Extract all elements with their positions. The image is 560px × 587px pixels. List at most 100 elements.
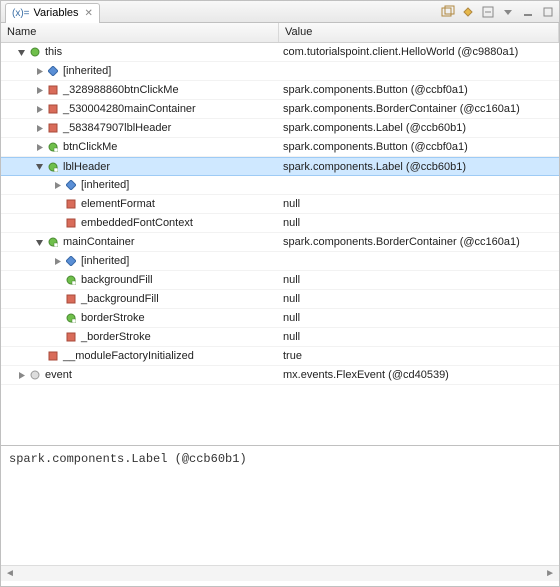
variables-tree[interactable]: thiscom.tutorialspoint.client.HelloWorld… xyxy=(1,43,559,445)
tree-row[interactable]: [inherited] xyxy=(1,252,559,271)
cell-value: spark.components.BorderContainer (@cc160… xyxy=(279,236,559,248)
cell-value: null xyxy=(279,217,559,229)
expand-toggle-icon[interactable] xyxy=(33,103,45,115)
cell-name: _583847907lblHeader xyxy=(1,122,279,134)
tree-row[interactable]: btnClickMe spark.components.Button (@ccbf… xyxy=(1,138,559,157)
tree-row[interactable]: _borderStrokenull xyxy=(1,328,559,347)
row-label: _borderStroke xyxy=(81,331,151,343)
collapse-toggle-icon[interactable] xyxy=(33,236,45,248)
collapse-icon[interactable] xyxy=(481,5,495,19)
indent xyxy=(1,242,33,243)
detail-pane: spark.components.Label (@ccb60b1) xyxy=(1,445,559,565)
column-name-header[interactable]: Name xyxy=(1,23,279,42)
indent xyxy=(1,147,33,148)
expand-toggle-icon[interactable] xyxy=(15,369,27,381)
circle-green-s-icon xyxy=(47,161,59,173)
collapse-toggle-icon[interactable] xyxy=(33,161,45,173)
indent xyxy=(1,204,51,205)
cell-name: embeddedFontContext xyxy=(1,217,279,229)
cell-value: spark.components.Label (@ccb60b1) xyxy=(279,161,559,173)
tree-row[interactable]: _530004280mainContainerspark.components.… xyxy=(1,100,559,119)
view-toolbar xyxy=(441,5,555,19)
tree-row[interactable]: _583847907lblHeaderspark.components.Labe… xyxy=(1,119,559,138)
row-label: _530004280mainContainer xyxy=(63,103,196,115)
variables-icon: (x)= xyxy=(12,8,30,19)
square-red-icon xyxy=(47,122,59,134)
close-icon[interactable]: ✕ xyxy=(85,8,93,19)
tree-row[interactable]: _backgroundFillnull xyxy=(1,290,559,309)
expand-toggle-icon[interactable] xyxy=(51,179,63,191)
horizontal-scrollbar[interactable]: ◄ ► xyxy=(1,565,559,581)
collapse-toggle-icon[interactable] xyxy=(15,46,27,58)
row-label: __moduleFactoryInitialized xyxy=(63,350,194,362)
expand-toggle-icon[interactable] xyxy=(33,141,45,153)
row-label: this xyxy=(45,46,62,58)
indent xyxy=(1,299,51,300)
row-label: btnClickMe xyxy=(63,141,117,153)
tree-row[interactable]: _328988860btnClickMespark.components.But… xyxy=(1,81,559,100)
indent xyxy=(1,166,33,167)
expand-toggle-icon[interactable] xyxy=(33,65,45,77)
cell-name: this xyxy=(1,46,279,58)
square-red-icon xyxy=(65,217,77,229)
diamond-blue-icon xyxy=(65,255,77,267)
maximize-icon[interactable] xyxy=(541,5,555,19)
tree-row[interactable]: mainContainer spark.components.BorderCont… xyxy=(1,233,559,252)
square-red-icon xyxy=(65,198,77,210)
expand-toggle-icon[interactable] xyxy=(51,255,63,267)
indent xyxy=(1,90,33,91)
cell-name: [inherited] xyxy=(1,255,279,267)
tree-row[interactable]: borderStroke null xyxy=(1,309,559,328)
circle-green-s-icon xyxy=(47,236,59,248)
cell-value: null xyxy=(279,312,559,324)
row-label: event xyxy=(45,369,72,381)
cell-name: borderStroke xyxy=(1,312,279,324)
row-label: [inherited] xyxy=(81,179,129,191)
minimize-icon[interactable] xyxy=(521,5,535,19)
show-type-icon[interactable] xyxy=(441,5,455,19)
indent xyxy=(1,356,33,357)
scroll-right-icon[interactable]: ► xyxy=(545,568,555,579)
expand-toggle-icon[interactable] xyxy=(33,122,45,134)
circle-green-icon xyxy=(29,46,41,58)
tree-row[interactable]: backgroundFillnull xyxy=(1,271,559,290)
row-label: borderStroke xyxy=(81,312,145,324)
cell-name: [inherited] xyxy=(1,179,279,191)
tree-row[interactable]: elementFormatnull xyxy=(1,195,559,214)
square-red-icon xyxy=(65,331,77,343)
cell-name: _328988860btnClickMe xyxy=(1,84,279,96)
tree-row[interactable]: [inherited] xyxy=(1,176,559,195)
indent xyxy=(1,337,51,338)
expand-toggle-icon[interactable] xyxy=(33,84,45,96)
row-label: mainContainer xyxy=(63,236,135,248)
tab-variables[interactable]: (x)= Variables ✕ xyxy=(5,3,100,23)
tree-row[interactable]: __moduleFactoryInitializedtrue xyxy=(1,347,559,366)
tree-row[interactable]: event mx.events.FlexEvent (@cd40539) xyxy=(1,366,559,385)
cell-name: mainContainer xyxy=(1,236,279,248)
cell-value: spark.components.Button (@ccbf0a1) xyxy=(279,84,559,96)
indent xyxy=(1,52,15,53)
diamond-blue-icon xyxy=(65,179,77,191)
circle-gray-icon xyxy=(29,369,41,381)
cell-value: spark.components.Label (@ccb60b1) xyxy=(279,122,559,134)
column-headers: Name Value xyxy=(1,23,559,43)
scroll-left-icon[interactable]: ◄ xyxy=(5,568,15,579)
column-value-header[interactable]: Value xyxy=(279,23,559,42)
cell-name: _backgroundFill xyxy=(1,293,279,305)
square-red-icon xyxy=(47,84,59,96)
cell-name: _borderStroke xyxy=(1,331,279,343)
tree-row[interactable]: [inherited] xyxy=(1,62,559,81)
circle-green-s-icon xyxy=(65,274,77,286)
indent xyxy=(1,375,15,376)
tree-row[interactable]: thiscom.tutorialspoint.client.HelloWorld… xyxy=(1,43,559,62)
tree-row[interactable]: lblHeaderspark.components.Label (@ccb60b… xyxy=(1,157,559,176)
tree-row[interactable]: embeddedFontContextnull xyxy=(1,214,559,233)
circle-green-s-icon xyxy=(47,141,59,153)
cell-value: null xyxy=(279,293,559,305)
cell-value: mx.events.FlexEvent (@cd40539) xyxy=(279,369,559,381)
cell-name: [inherited] xyxy=(1,65,279,77)
show-logical-icon[interactable] xyxy=(461,5,475,19)
menu-dropdown-icon[interactable] xyxy=(501,5,515,19)
cell-name: backgroundFill xyxy=(1,274,279,286)
cell-value: spark.components.Button (@ccbf0a1) xyxy=(279,141,559,153)
